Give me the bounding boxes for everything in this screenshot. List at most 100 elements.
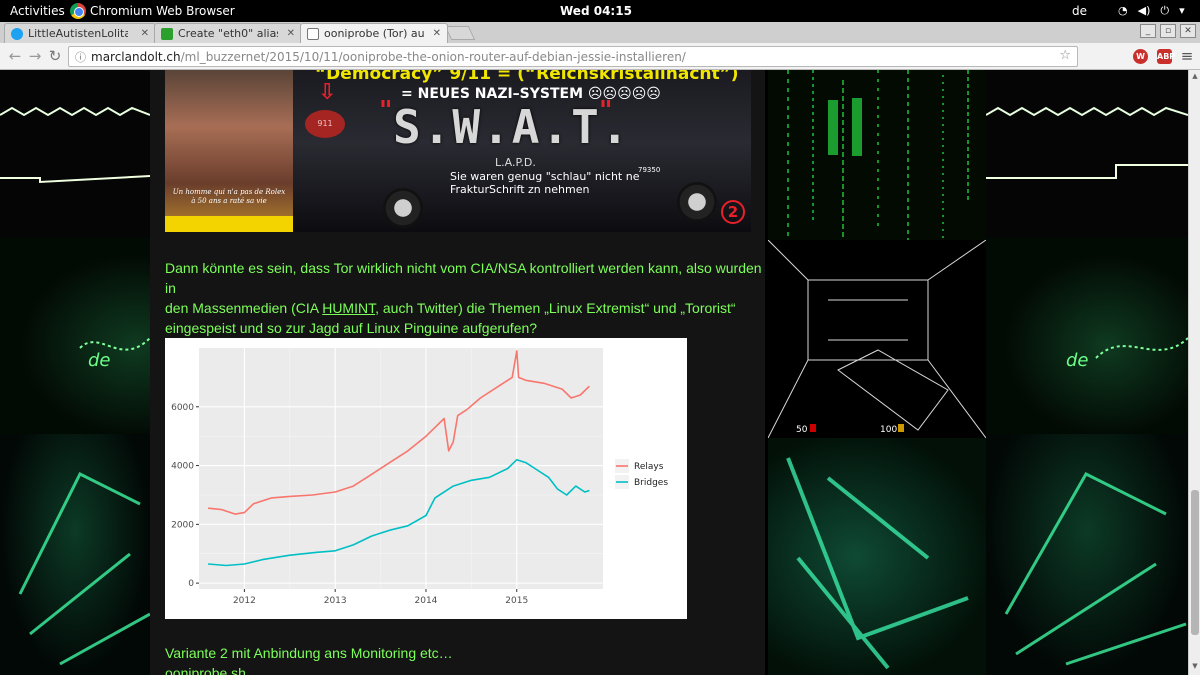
app-menu[interactable]: Chromium Web Browser [70,0,235,22]
chevron-down-icon: ▾ [1179,4,1185,17]
background-laser-tile: de [0,238,150,434]
banner-note-line: Sie waren genug "schlau" nicht ne [450,170,640,183]
banner-headline: “Democracy” 9/11 = (“Reichskristallnacht… [315,70,739,84]
wifi-icon: ◔ [1118,4,1128,17]
tab-title: LittleAutistenLolita [28,27,128,40]
paragraph-line: den Massenmedien (CIA HUMINT, auch Twitt… [165,298,765,318]
chromium-icon [70,3,86,19]
plot-panel [199,348,603,589]
tor-relays-bridges-chart: 0 2000 4000 6000 2012 2013 2014 2015 Relays Bridg… [165,338,687,619]
laser-wireframe-image [768,438,986,675]
tab-twitter[interactable]: LittleAutistenLolita ✕ [4,23,156,43]
wot-extension-icon[interactable]: W [1133,49,1148,64]
system-tray[interactable]: ◔ ◀) ⏻ ▾ [1118,4,1185,18]
quote-mark: " [379,96,393,126]
svg-text:de: de [88,350,111,371]
background-oscilloscope-tile [0,70,150,238]
chart-svg: 0 2000 4000 6000 2012 2013 2014 2015 Relays Bridg… [171,348,668,606]
banner-swat-text: S.W.A.T. [393,100,631,154]
url-path: /ml_buzzernet/2015/10/11/ooniprobe-the-o… [180,49,686,64]
close-icon[interactable]: ✕ [141,28,149,39]
tab-stackexchange[interactable]: Create "eth0" alias ✕ [154,23,302,43]
new-tab-button[interactable] [444,26,476,40]
legend-label: Bridges [634,478,668,488]
scroll-up-arrow-icon[interactable]: ▲ [1190,72,1200,82]
minimize-button[interactable]: _ [1140,24,1156,38]
article-content: Un homme qui n'a pas de Rolex à 50 ans a… [150,70,765,675]
system-top-bar: Activities Chromium Web Browser Wed 04:1… [0,0,1200,22]
y-tick-label: 4000 [171,462,194,472]
page-info-icon[interactable]: ⓘ [75,49,86,65]
adblock-extension-icon[interactable]: ABP [1157,49,1175,64]
banner-note: Sie waren genug "schlau" nicht ne Fraktu… [450,170,639,196]
page-icon [307,27,319,40]
text-span: den Massenmedien (CIA [165,300,323,316]
y-tick-label: 6000 [171,403,194,413]
app-name: Chromium Web Browser [90,4,235,18]
x-tick-label: 2012 [233,596,256,606]
y-tick-label: 0 [188,579,194,589]
reload-icon[interactable]: ↻ [46,47,64,65]
svg-text:50: 50 [796,425,808,435]
menu-icon[interactable]: ≡ [1178,47,1196,65]
background-laser-wireframe-tile [986,434,1188,675]
van-number: 79350 [638,166,661,174]
humint-link[interactable]: HUMINT [322,300,375,316]
paragraph-line: eingespeist und so zur Jagd auf Linux Pi… [165,320,538,336]
portrait-photo: Un homme qui n'a pas de Rolex à 50 ans a… [165,70,293,232]
maximize-button[interactable]: ▫ [1160,24,1176,38]
article-paragraph: Variante 2 mit Anbindung ans Monitoring … [165,645,453,661]
tab-title: Create "eth0" alias [178,27,278,40]
x-tick-label: 2014 [415,596,438,606]
background-laser-wireframe-tile [0,434,150,675]
svg-text:100: 100 [880,425,897,435]
x-tick-label: 2013 [324,596,347,606]
paragraph-line: Dann könnte es sein, dass Tor wirklich n… [165,260,762,296]
url-host: marclandolt.ch [91,49,181,64]
down-arrow-icon: ⇩ [318,80,337,105]
political-banner-image: Un homme qui n'a pas de Rolex à 50 ans a… [165,70,751,232]
address-bar[interactable]: ⓘ marclandolt.ch/ml_buzzernet/2015/10/11… [68,46,1078,67]
page-viewport[interactable]: de 50 100 de Un homme qui n'a pas de Rol… [0,70,1188,675]
article-paragraph: Dann könnte es sein, dass Tor wirklich n… [165,258,765,338]
legend-label: Relays [634,462,664,472]
tab-title: ooniprobe (Tor) auf [324,27,424,40]
bookmark-star-icon[interactable]: ☆ [1059,48,1071,63]
circled-number: 2 [721,200,745,224]
forward-arrow-icon[interactable]: → [26,47,44,65]
stackexchange-icon [161,27,173,40]
close-icon[interactable]: ✕ [433,28,441,39]
badge-911: 911 [305,110,345,138]
tab-strip: LittleAutistenLolita ✕ Create "eth0" ali… [0,22,1200,43]
browser-toolbar: ← → ↻ ⓘ marclandolt.ch/ml_buzzernet/2015… [0,43,1200,70]
svg-text:de: de [1066,350,1089,371]
close-icon[interactable]: ✕ [287,28,295,39]
back-arrow-icon[interactable]: ← [6,47,24,65]
activities-button[interactable]: Activities [10,4,65,18]
scroll-down-arrow-icon[interactable]: ▼ [1190,662,1200,672]
banner-lapd-text: L.A.P.D. [495,156,536,169]
twitter-icon [11,27,23,40]
wireframe-game-image: 50 100 [768,240,986,438]
article-paragraph: ooniprobe.sh [165,665,246,675]
background-laser-tile: de [986,238,1188,434]
van-wheel [677,182,717,222]
text-span: , auch Twitter) die Themen „Linux Extrem… [375,300,736,316]
portrait-caption: Un homme qui n'a pas de Rolex à 50 ans a… [172,188,286,205]
volume-icon: ◀) [1137,4,1151,17]
x-tick-label: 2015 [505,596,528,606]
keyboard-layout-indicator[interactable]: de [1072,4,1087,18]
quote-mark: " [599,96,613,126]
y-tick-label: 2000 [171,520,194,530]
van-wheel [383,188,423,228]
background-oscilloscope-tile [986,70,1188,238]
scrollbar-thumb[interactable] [1191,490,1199,635]
tab-ooniprobe[interactable]: ooniprobe (Tor) auf ✕ [300,23,448,43]
matrix-rain-image [768,70,986,240]
vertical-scrollbar[interactable]: ▲ ▼ [1188,70,1200,675]
power-icon: ⏻ [1160,4,1170,17]
banner-note-line: FrakturSchrift zn nehmen [450,183,590,196]
window-close-button[interactable]: ✕ [1180,24,1196,38]
amnesty-strip [165,216,293,232]
clock[interactable]: Wed 04:15 [560,4,632,18]
